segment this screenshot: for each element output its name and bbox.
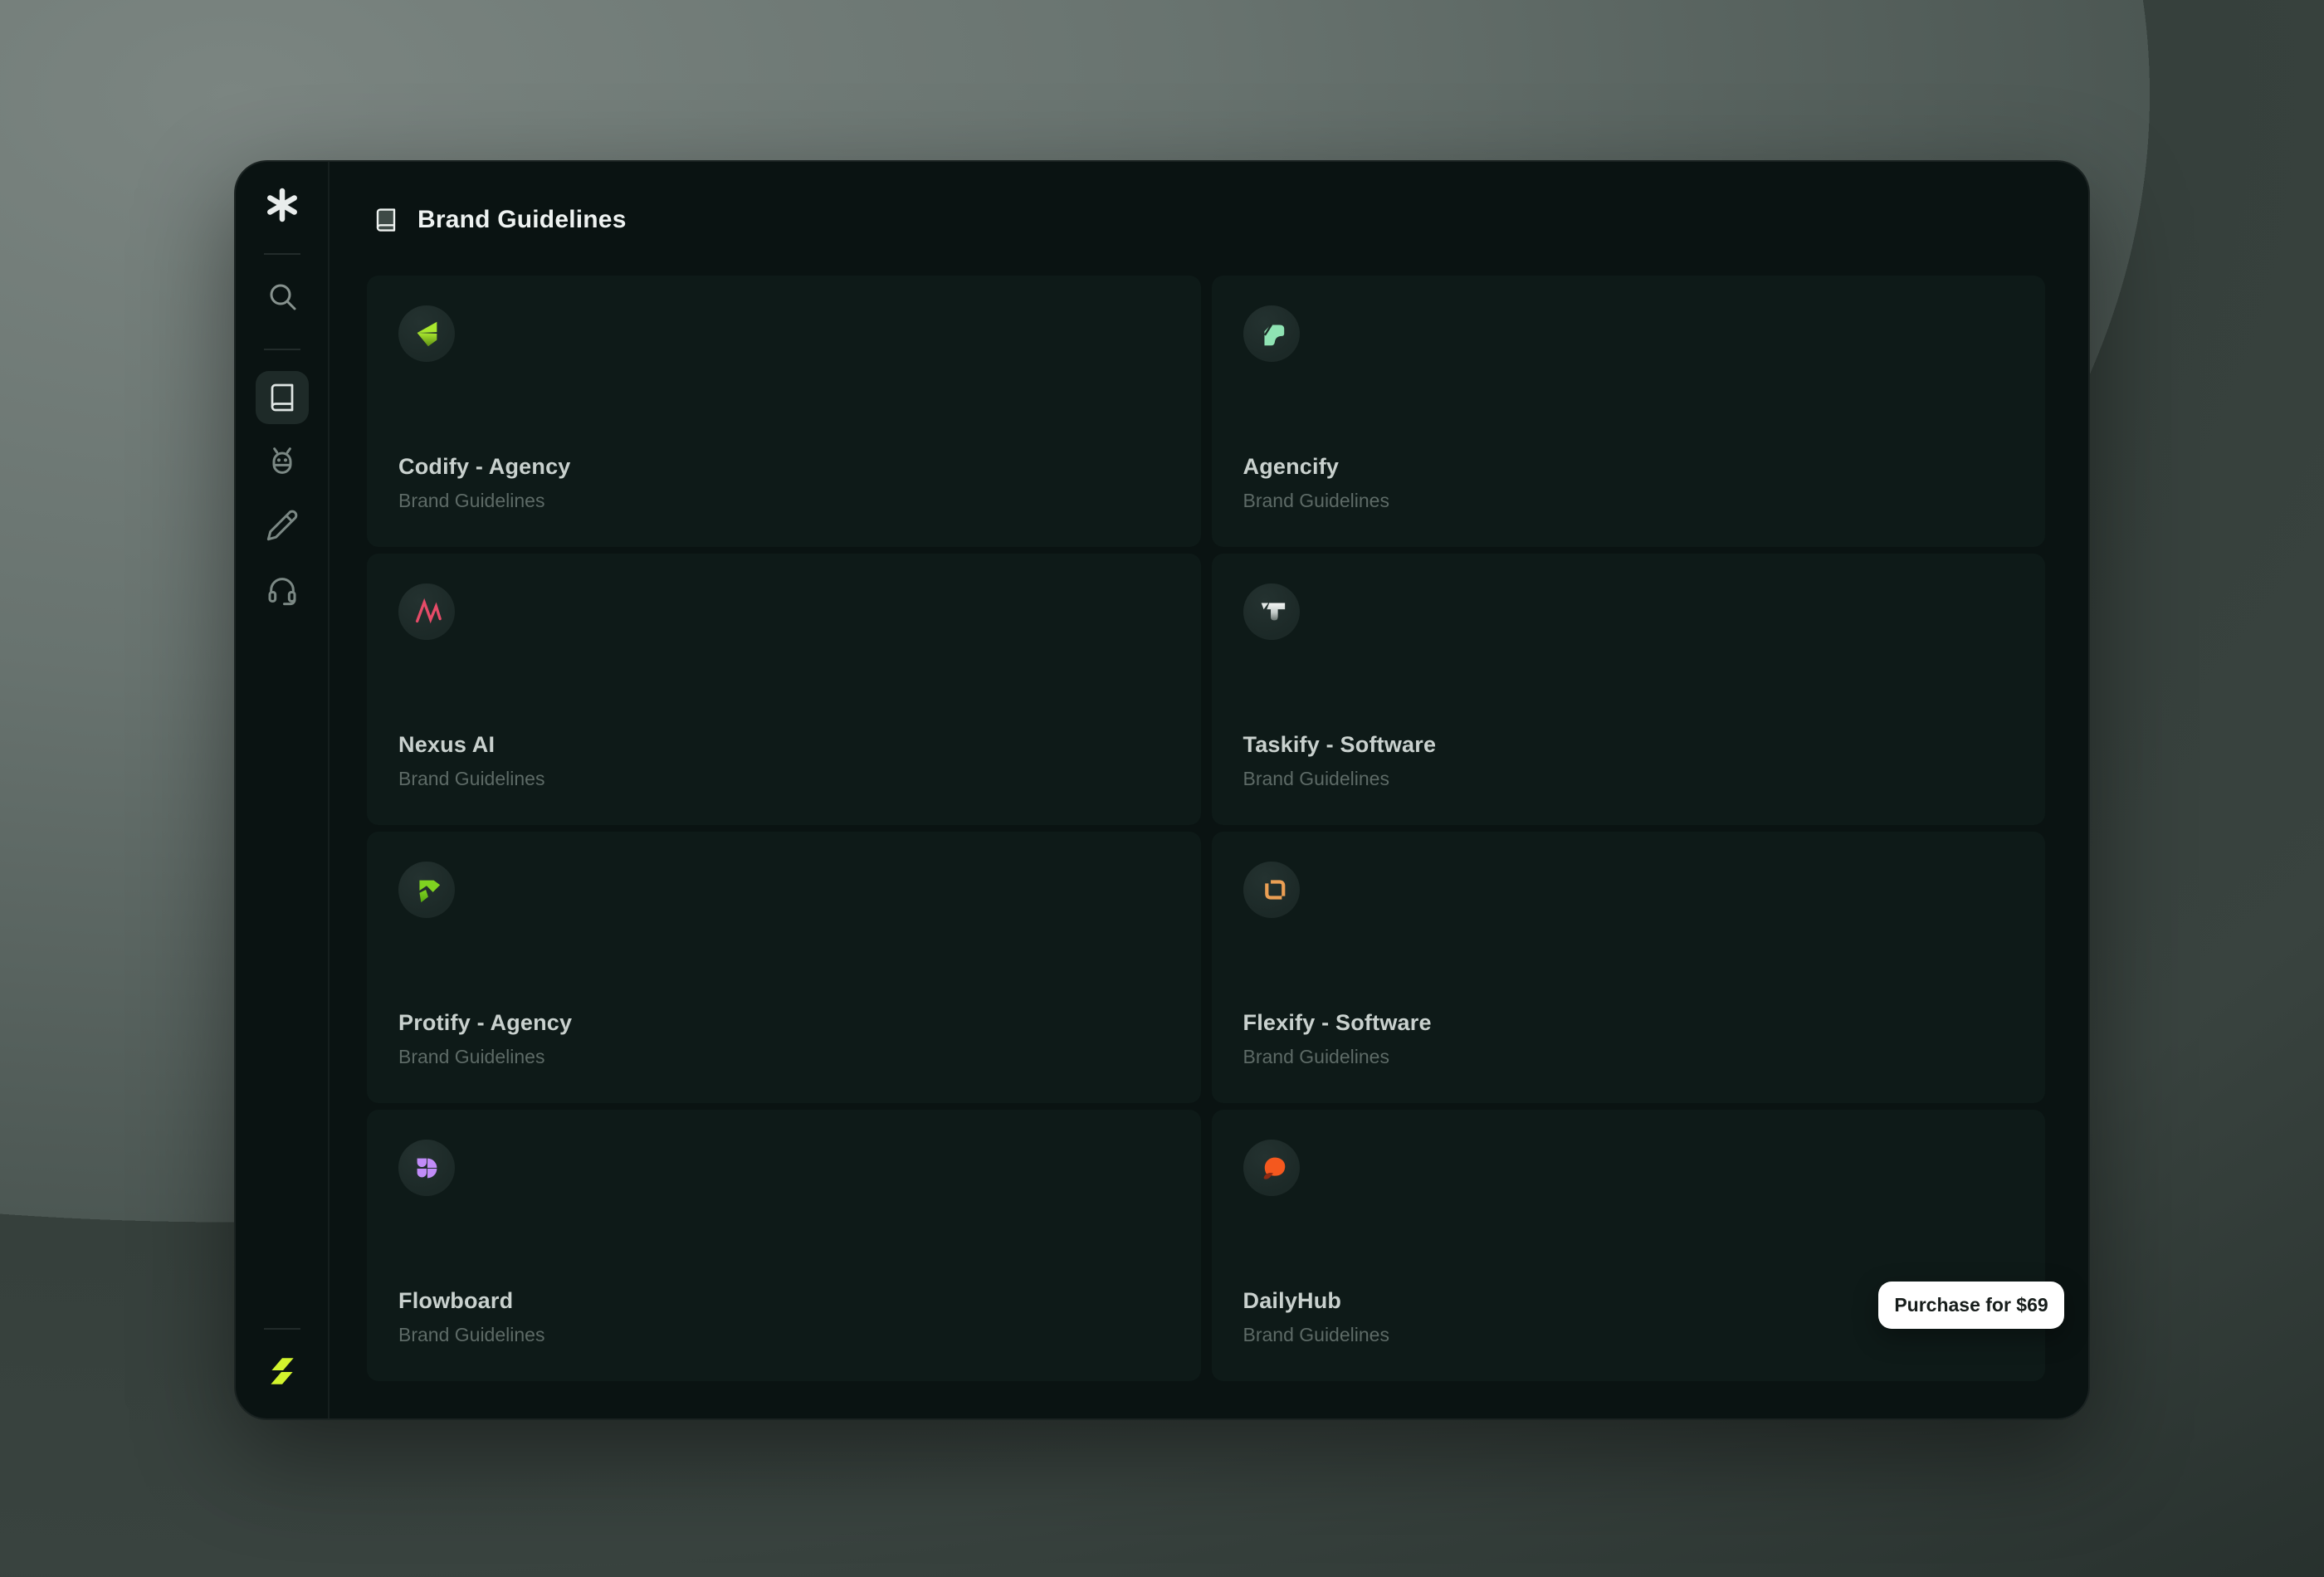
card-subtitle: Brand Guidelines: [1243, 768, 2014, 790]
app-window: Brand Guidelines: [234, 160, 2090, 1420]
purchase-button[interactable]: Purchase for $69: [1878, 1282, 2064, 1329]
agencify-logo-icon: [1243, 305, 1300, 362]
card-title: Flexify - Software: [1243, 1010, 2014, 1036]
sidebar-item-assistant[interactable]: [256, 435, 309, 488]
asterisk-icon: [264, 187, 300, 223]
headset-icon: [266, 574, 299, 607]
sidebar: [236, 162, 330, 1418]
card-title: Agencify: [1243, 454, 2014, 480]
desktop-background: Brand Guidelines: [0, 0, 2324, 1577]
app-logo-button[interactable]: [264, 187, 300, 223]
flexify-logo-icon: [1243, 862, 1300, 918]
sidebar-divider: [264, 349, 300, 350]
brand-card-grid: Codify - Agency Brand Guidelines Agencif…: [367, 276, 2045, 1381]
brand-card-dailyhub[interactable]: DailyHub Brand Guidelines: [1212, 1110, 2046, 1381]
card-subtitle: Brand Guidelines: [398, 490, 1169, 512]
brand-card-codify[interactable]: Codify - Agency Brand Guidelines: [367, 276, 1201, 547]
book-icon: [374, 206, 398, 234]
bolt-s-logo-icon: [265, 1354, 300, 1389]
taskify-logo-icon: [1243, 583, 1300, 640]
brand-card-flowboard[interactable]: Flowboard Brand Guidelines: [367, 1110, 1201, 1381]
card-subtitle: Brand Guidelines: [1243, 1046, 2014, 1068]
robot-icon: [266, 445, 299, 478]
book-icon: [267, 383, 297, 413]
brand-card-flexify[interactable]: Flexify - Software Brand Guidelines: [1212, 832, 2046, 1103]
pencil-icon: [266, 509, 299, 542]
page-header: Brand Guidelines: [367, 197, 2045, 243]
dailyhub-logo-icon: [1243, 1140, 1300, 1196]
brand-card-taskify[interactable]: Taskify - Software Brand Guidelines: [1212, 554, 2046, 825]
card-title: Taskify - Software: [1243, 732, 2014, 758]
card-title: Protify - Agency: [398, 1010, 1169, 1036]
card-subtitle: Brand Guidelines: [398, 1324, 1169, 1346]
brand-card-agencify[interactable]: Agencify Brand Guidelines: [1212, 276, 2046, 547]
card-subtitle: Brand Guidelines: [398, 1046, 1169, 1068]
card-title: Codify - Agency: [398, 454, 1169, 480]
nexus-ai-logo-icon: [398, 583, 455, 640]
card-subtitle: Brand Guidelines: [1243, 490, 2014, 512]
sidebar-item-library[interactable]: [256, 371, 309, 424]
codify-logo-icon: [398, 305, 455, 362]
brand-footer-logo[interactable]: [264, 1353, 300, 1389]
brand-card-protify[interactable]: Protify - Agency Brand Guidelines: [367, 832, 1201, 1103]
sidebar-item-search[interactable]: [259, 273, 305, 320]
search-icon: [265, 279, 300, 314]
flowboard-logo-icon: [398, 1140, 455, 1196]
protify-logo-icon: [398, 862, 455, 918]
sidebar-divider: [264, 1328, 300, 1330]
brand-card-nexus-ai[interactable]: Nexus AI Brand Guidelines: [367, 554, 1201, 825]
page-title: Brand Guidelines: [417, 206, 627, 234]
card-subtitle: Brand Guidelines: [398, 768, 1169, 790]
card-title: Flowboard: [398, 1288, 1169, 1314]
sidebar-item-support[interactable]: [256, 564, 309, 617]
sidebar-item-editor[interactable]: [256, 499, 309, 552]
sidebar-divider: [264, 253, 300, 255]
main-panel: Brand Guidelines: [330, 162, 2088, 1418]
card-title: Nexus AI: [398, 732, 1169, 758]
